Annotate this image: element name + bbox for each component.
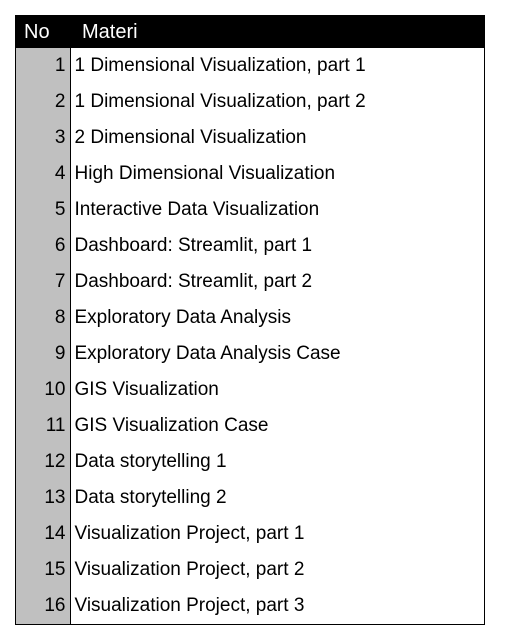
table-row: 8Exploratory Data Analysis [16, 300, 484, 336]
table-header-row: No Materi [16, 16, 484, 48]
cell-materi: Interactive Data Visualization [70, 192, 484, 228]
cell-materi: Dashboard: Streamlit, part 2 [70, 264, 484, 300]
cell-no: 13 [16, 480, 70, 516]
table-row: 10GIS Visualization [16, 372, 484, 408]
cell-no: 11 [16, 408, 70, 444]
cell-materi: Data storytelling 2 [70, 480, 484, 516]
header-materi: Materi [70, 16, 484, 48]
table-row: 4High Dimensional Visualization [16, 156, 484, 192]
cell-no: 16 [16, 588, 70, 624]
cell-no: 2 [16, 84, 70, 120]
table-row: 13Data storytelling 2 [16, 480, 484, 516]
table-row: 16Visualization Project, part 3 [16, 588, 484, 624]
cell-no: 4 [16, 156, 70, 192]
cell-no: 9 [16, 336, 70, 372]
table-row: 6Dashboard: Streamlit, part 1 [16, 228, 484, 264]
cell-materi: Exploratory Data Analysis [70, 300, 484, 336]
cell-no: 8 [16, 300, 70, 336]
cell-materi: GIS Visualization Case [70, 408, 484, 444]
cell-no: 7 [16, 264, 70, 300]
table-row: 14Visualization Project, part 1 [16, 516, 484, 552]
table-row: 21 Dimensional Visualization, part 2 [16, 84, 484, 120]
table-row: 9Exploratory Data Analysis Case [16, 336, 484, 372]
cell-materi: Visualization Project, part 3 [70, 588, 484, 624]
materi-table: No Materi 11 Dimensional Visualization, … [16, 16, 484, 624]
cell-materi: 1 Dimensional Visualization, part 2 [70, 84, 484, 120]
cell-no: 6 [16, 228, 70, 264]
cell-no: 10 [16, 372, 70, 408]
table-body: 11 Dimensional Visualization, part 121 D… [16, 48, 484, 624]
table-row: 5Interactive Data Visualization [16, 192, 484, 228]
cell-materi: 2 Dimensional Visualization [70, 120, 484, 156]
table-row: 15Visualization Project, part 2 [16, 552, 484, 588]
table-row: 12Data storytelling 1 [16, 444, 484, 480]
cell-materi: 1 Dimensional Visualization, part 1 [70, 48, 484, 84]
cell-materi: Visualization Project, part 2 [70, 552, 484, 588]
cell-materi: Dashboard: Streamlit, part 1 [70, 228, 484, 264]
header-no: No [16, 16, 70, 48]
cell-materi: GIS Visualization [70, 372, 484, 408]
cell-no: 14 [16, 516, 70, 552]
table-row: 11GIS Visualization Case [16, 408, 484, 444]
table-row: 11 Dimensional Visualization, part 1 [16, 48, 484, 84]
table-row: 7Dashboard: Streamlit, part 2 [16, 264, 484, 300]
cell-materi: Data storytelling 1 [70, 444, 484, 480]
cell-materi: Exploratory Data Analysis Case [70, 336, 484, 372]
cell-no: 3 [16, 120, 70, 156]
cell-materi: High Dimensional Visualization [70, 156, 484, 192]
materi-table-container: No Materi 11 Dimensional Visualization, … [15, 15, 485, 625]
cell-no: 1 [16, 48, 70, 84]
cell-no: 5 [16, 192, 70, 228]
cell-no: 15 [16, 552, 70, 588]
cell-no: 12 [16, 444, 70, 480]
cell-materi: Visualization Project, part 1 [70, 516, 484, 552]
table-row: 32 Dimensional Visualization [16, 120, 484, 156]
